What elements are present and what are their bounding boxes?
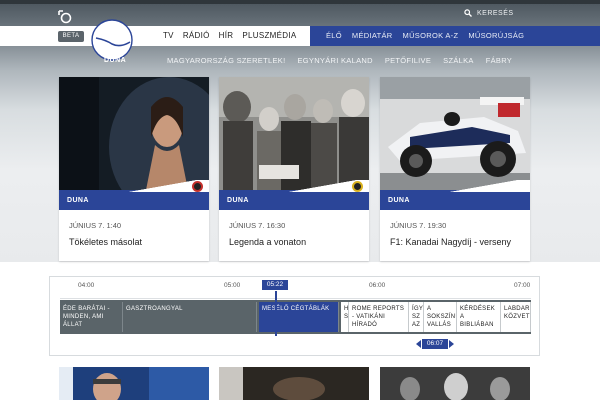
scroll-left-arrow-icon[interactable] [416, 340, 421, 348]
mtva-logo-icon[interactable] [58, 10, 72, 24]
timeline-tick: 04:00 [78, 282, 95, 289]
program-card[interactable]: DUNA JÚNIUS 7. 19:30 F1: Kanadai Nagydíj… [380, 77, 530, 261]
card-title[interactable]: Tökéletes másolat [69, 237, 142, 247]
show-link-fabry[interactable]: FÁBRY [486, 56, 512, 65]
secondary-nav: ÉLŐ MÉDIATÁR MŰSOROK A-Z MŰSORÚJSÁG [326, 31, 524, 40]
program-card[interactable]: DUNA JÚNIUS 7. 16:30 Legenda a vonaton [219, 77, 369, 261]
card-time: JÚNIUS 7. 16:30 [229, 221, 286, 230]
program-card[interactable]: DUNA JÚNIUS 7. 1:40 Tökéletes másolat [59, 77, 209, 261]
nav-tv[interactable]: TV [163, 31, 174, 40]
scroll-time-badge[interactable]: 06:07 [422, 339, 448, 349]
nav-radio[interactable]: RÁDIÓ [183, 31, 210, 40]
show-nav: MAGYARORSZÁG SZERETLEK! EGYNYÁRI KALAND … [167, 56, 512, 65]
card-title[interactable]: F1: Kanadai Nagydíj - verseny [390, 237, 511, 247]
card-title[interactable]: Legenda a vonaton [229, 237, 306, 247]
timeline-program[interactable]: ÍGY SZ AZ [409, 302, 424, 332]
program-thumbnail [59, 77, 209, 195]
nav-musorok-az[interactable]: MŰSOROK A-Z [403, 31, 459, 40]
scroll-right-arrow-icon[interactable] [449, 340, 454, 348]
nav-elo[interactable]: ÉLŐ [326, 31, 342, 40]
timeline-program[interactable]: GASZTROANGYAL [123, 302, 257, 332]
card-channel: DUNA [227, 197, 249, 204]
timeline-program[interactable]: LABDARÚG KÖZVETÍT [501, 302, 531, 332]
program-timeline[interactable]: 04:00 05:00 06:00 07:00 ÉDE BARÁTAI - MI… [49, 276, 540, 356]
timeline-tick: 06:00 [369, 282, 386, 289]
current-time-badge: 05:22 [262, 280, 288, 290]
rating-badge-icon [352, 181, 363, 192]
beta-badge: BETA [58, 31, 84, 42]
program-thumbnail[interactable] [380, 367, 530, 400]
nav-hir[interactable]: HÍR [219, 31, 234, 40]
card-channel: DUNA [388, 197, 410, 204]
card-time: JÚNIUS 7. 1:40 [69, 221, 122, 230]
main-nav: TV RÁDIÓ HÍR PLUSZMÉDIA [163, 31, 296, 40]
program-thumbnail [380, 77, 530, 195]
show-link-szalka[interactable]: SZÁLKA [443, 56, 474, 65]
timeline-program[interactable]: ROME REPORTS - VATIKÁNI HÍRADÓ [349, 302, 409, 332]
nav-pluszmedia[interactable]: PLUSZMÉDIA [242, 31, 296, 40]
program-thumbnail[interactable] [219, 367, 369, 400]
card-time: JÚNIUS 7. 19:30 [390, 221, 447, 230]
rating-badge-icon [192, 181, 203, 192]
nav-musorujsag[interactable]: MŰSORÚJSÁG [468, 31, 524, 40]
search-box[interactable]: KERESÉS [464, 9, 514, 17]
timeline-tick: 05:00 [224, 282, 241, 289]
timeline-program[interactable]: ÉDE BARÁTAI - MINDEN, AMI ÁLLAT [60, 302, 123, 332]
nav-mediatar[interactable]: MÉDIATÁR [352, 31, 393, 40]
timeline-program[interactable]: MESÉLŐ CÉGTÁBLÁK [259, 302, 339, 332]
program-thumbnail[interactable] [59, 367, 209, 400]
search-label: KERESÉS [477, 9, 514, 17]
show-link-magyarorszag[interactable]: MAGYARORSZÁG SZERETLEK! [167, 56, 285, 65]
timeline-tick: 07:00 [514, 282, 531, 289]
timeline-scale [60, 291, 531, 299]
top-strip [0, 0, 600, 4]
current-time-indicator [275, 291, 277, 336]
timeline-program[interactable]: KÉRDÉSEK A BIBLIÁBAN [457, 302, 501, 332]
search-icon [464, 9, 472, 17]
card-channel: DUNA [67, 197, 89, 204]
show-link-petofilive[interactable]: PETŐFILIVE [385, 56, 431, 65]
program-thumbnail [219, 77, 369, 195]
timeline-program[interactable]: H SZ [341, 302, 349, 332]
duna-channel-logo-icon[interactable] [90, 18, 134, 62]
timeline-program[interactable]: A SOKSZÍNŰ VALLÁS [424, 302, 457, 332]
show-link-egynyari-kaland[interactable]: EGYNYÁRI KALAND [297, 56, 372, 65]
channel-name: DUNA [104, 57, 127, 64]
